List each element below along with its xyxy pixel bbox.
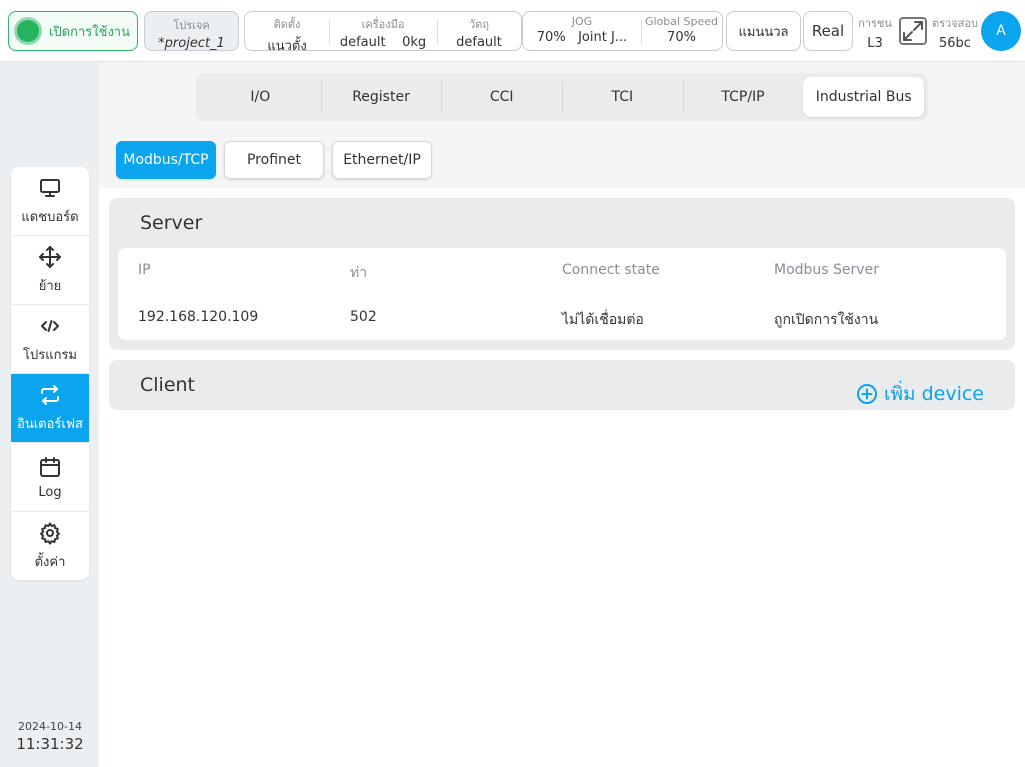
tool-value: default 0kg — [329, 35, 437, 50]
sidebar-item-label: ตั้งค่า — [34, 555, 66, 570]
header-modbus-server: Modbus Server — [774, 262, 879, 278]
plus-circle-icon — [857, 384, 877, 404]
move-icon — [39, 245, 61, 268]
install-tool-group[interactable]: ติดตั้ง แนวตั้ง เครื่องมือ default 0kg ว… — [244, 11, 522, 54]
tab-io[interactable]: I/O — [200, 77, 321, 117]
tab-industrial-bus[interactable]: Industrial Bus — [803, 77, 925, 117]
sidebar-item-label: แดชบอร์ด — [21, 209, 79, 225]
sidebar-item-label: ย้าย — [38, 278, 62, 294]
header-port: ท่า — [350, 265, 368, 281]
date-text: 2024-10-14 — [18, 720, 82, 733]
install-label: ติดตั้ง — [273, 18, 301, 31]
header-connect-state: Connect state — [562, 262, 660, 278]
check-value: 56bc — [939, 36, 971, 51]
sidebar: แดชบอร์ด ย้าย โปรแกรม อินเตอร์เฟส Log ตั… — [11, 167, 89, 580]
subtab-modbus-tcp[interactable]: Modbus/TCP — [116, 141, 216, 179]
cell-modbus-server: ถูกเปิดการใช้งาน — [774, 312, 879, 328]
server-panel: Server IP ท่า Connect state Modbus Serve… — [109, 198, 1015, 350]
header-ip: IP — [138, 262, 151, 278]
tab-tcp-ip[interactable]: TCP/IP — [682, 77, 804, 117]
cell-connect-state: ไม่ได้เชื่อมต่อ — [562, 312, 644, 328]
power-enable-button[interactable]: เปิดการใช้งาน — [8, 11, 138, 51]
collision-level[interactable]: การชน L3 — [855, 14, 895, 51]
interface-tabs: I/O Register CCI TCI TCP/IP Industrial B… — [196, 73, 928, 121]
tool-name: default — [339, 35, 386, 50]
project-value: *project_1 — [158, 36, 225, 51]
tab-tci[interactable]: TCI — [562, 77, 683, 117]
power-label: เปิดการใช้งาน — [49, 24, 130, 40]
sidebar-item-log[interactable]: Log — [11, 443, 89, 512]
tab-register[interactable]: Register — [320, 77, 442, 117]
jog-label: JOG — [571, 15, 593, 28]
code-icon — [41, 319, 59, 332]
tool-weight: 0kg — [402, 35, 427, 50]
collision-value: L3 — [867, 36, 883, 51]
main-content: I/O Register CCI TCI TCP/IP Industrial B… — [99, 62, 1025, 767]
sidebar-item-dashboard[interactable]: แดชบอร์ด — [11, 167, 89, 236]
tool-label: เครื่องมือ — [361, 18, 405, 31]
check-label: ตรวจสอบ — [932, 17, 978, 30]
jog-mode: Joint J... — [578, 30, 628, 45]
sidebar-item-label: โปรแกรม — [22, 347, 78, 363]
client-panel: Client เพิ่ม device — [109, 360, 1015, 410]
object-cell[interactable]: วัตถุ default — [437, 12, 521, 50]
client-title: Client — [140, 374, 196, 396]
object-value: default — [456, 35, 502, 50]
global-speed-value: 70% — [667, 30, 696, 45]
install-value: แนวตั้ง — [267, 39, 307, 54]
sidebar-item-settings[interactable]: ตั้งค่า — [11, 512, 89, 580]
sidebar-item-move[interactable]: ย้าย — [11, 236, 89, 305]
monitor-icon — [40, 178, 60, 197]
tool-cell[interactable]: เครื่องมือ default 0kg — [329, 12, 437, 50]
add-device-button[interactable]: เพิ่ม device — [856, 379, 984, 409]
install-cell[interactable]: ติดตั้ง แนวตั้ง — [245, 12, 329, 54]
sidebar-item-label: Log — [38, 484, 62, 500]
real-mode-button[interactable]: Real — [803, 11, 853, 51]
server-table: IP ท่า Connect state Modbus Server 192.1… — [118, 248, 1006, 340]
clock: 2024-10-14 11:31:32 — [0, 720, 100, 753]
subtab-profinet[interactable]: Profinet — [224, 141, 324, 179]
tab-area: I/O Register CCI TCI TCP/IP Industrial B… — [99, 62, 1025, 188]
exchange-icon — [41, 384, 59, 405]
tab-cci[interactable]: CCI — [441, 77, 562, 117]
speed-group[interactable]: JOG 70% Joint J... Global Speed 70% — [522, 11, 723, 51]
collision-label: การชน — [858, 17, 892, 30]
manual-mode-button[interactable]: แมนนวล — [726, 11, 801, 51]
sidebar-item-label: อินเตอร์เฟส — [17, 416, 83, 432]
expand-icon[interactable] — [898, 16, 928, 46]
time-text: 11:31:32 — [16, 735, 84, 753]
sidebar-item-interface[interactable]: อินเตอร์เฟส — [11, 374, 89, 443]
jog-value: 70% Joint J... — [523, 30, 641, 45]
cell-port: 502 — [350, 309, 377, 325]
jog-cell[interactable]: JOG 70% Joint J... — [523, 12, 641, 50]
user-avatar[interactable]: A — [981, 11, 1021, 51]
object-label: วัตถุ — [469, 18, 489, 31]
top-bar: เปิดการใช้งาน โปรเจค *project_1 ติดตั้ง … — [0, 0, 1025, 62]
project-label: โปรเจค — [173, 19, 210, 32]
global-speed-label: Global Speed — [644, 15, 719, 28]
server-title: Server — [140, 212, 203, 234]
add-device-label: เพิ่ม device — [884, 383, 984, 405]
gear-icon — [40, 522, 60, 545]
jog-speed: 70% — [536, 30, 566, 45]
subtab-ethernet-ip[interactable]: Ethernet/IP — [332, 141, 432, 179]
sidebar-item-program[interactable]: โปรแกรม — [11, 305, 89, 374]
calendar-icon — [40, 456, 60, 477]
power-status-icon — [17, 20, 39, 42]
checksum-status[interactable]: ตรวจสอบ 56bc — [929, 14, 981, 51]
global-speed-cell[interactable]: Global Speed 70% — [641, 12, 722, 50]
cell-ip: 192.168.120.109 — [138, 309, 259, 325]
project-selector[interactable]: โปรเจค *project_1 — [144, 11, 239, 51]
